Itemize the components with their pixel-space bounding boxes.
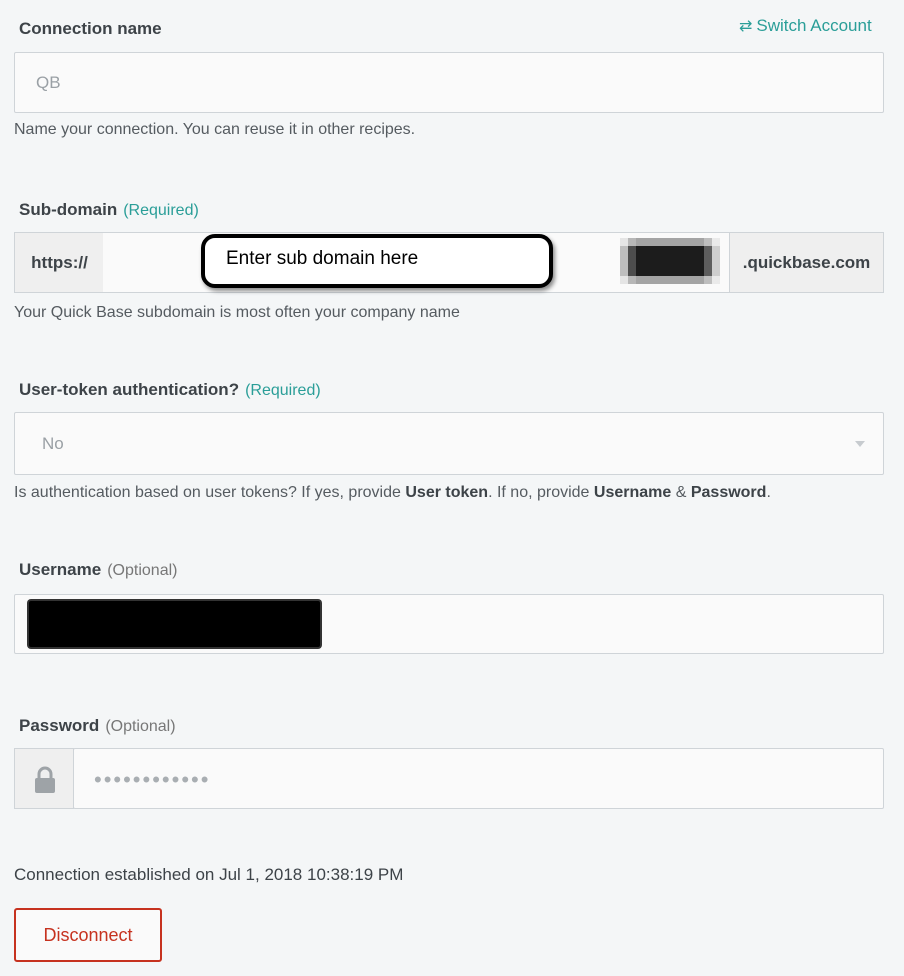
token-auth-hint: Is authentication based on user tokens? … <box>14 484 771 501</box>
swap-arrows-icon: ⇄ <box>739 18 753 35</box>
password-optional: (Optional) <box>105 718 176 735</box>
connection-name-hint: Name your connection. You can reuse it i… <box>14 121 416 138</box>
connection-name-placeholder: QB <box>36 73 61 92</box>
subdomain-label: Sub-domain (Required) <box>19 200 199 219</box>
disconnect-button[interactable]: Disconnect <box>14 908 162 962</box>
token-auth-required: (Required) <box>245 382 321 399</box>
subdomain-callout: Enter sub domain here <box>201 234 553 288</box>
token-auth-select[interactable]: No <box>14 412 884 475</box>
redacted-username <box>29 601 320 647</box>
connection-name-input[interactable]: QB <box>14 52 884 113</box>
token-auth-label: User-token authentication? (Required) <box>19 380 321 399</box>
subdomain-prefix: https:// <box>14 232 104 293</box>
password-lock-addon <box>14 748 74 809</box>
password-input[interactable]: •••••••••••• <box>73 748 884 809</box>
password-label: Password (Optional) <box>19 716 176 735</box>
redacted-subdomain <box>620 238 720 284</box>
switch-account-label: Switch Account <box>756 16 872 35</box>
connection-status: Connection established on Jul 1, 2018 10… <box>14 865 404 884</box>
username-label: Username (Optional) <box>19 560 178 579</box>
chevron-down-icon <box>855 441 865 447</box>
subdomain-suffix: .quickbase.com <box>729 232 884 293</box>
token-auth-value: No <box>42 434 64 453</box>
username-optional: (Optional) <box>107 562 178 579</box>
subdomain-hint: Your Quick Base subdomain is most often … <box>14 304 460 321</box>
subdomain-required: (Required) <box>123 202 199 219</box>
password-masked-value: •••••••••••• <box>94 767 211 792</box>
switch-account-link[interactable]: ⇄ Switch Account <box>739 16 872 36</box>
username-input[interactable] <box>14 594 884 654</box>
connection-name-label: Connection name <box>19 19 162 38</box>
lock-icon <box>35 766 55 793</box>
